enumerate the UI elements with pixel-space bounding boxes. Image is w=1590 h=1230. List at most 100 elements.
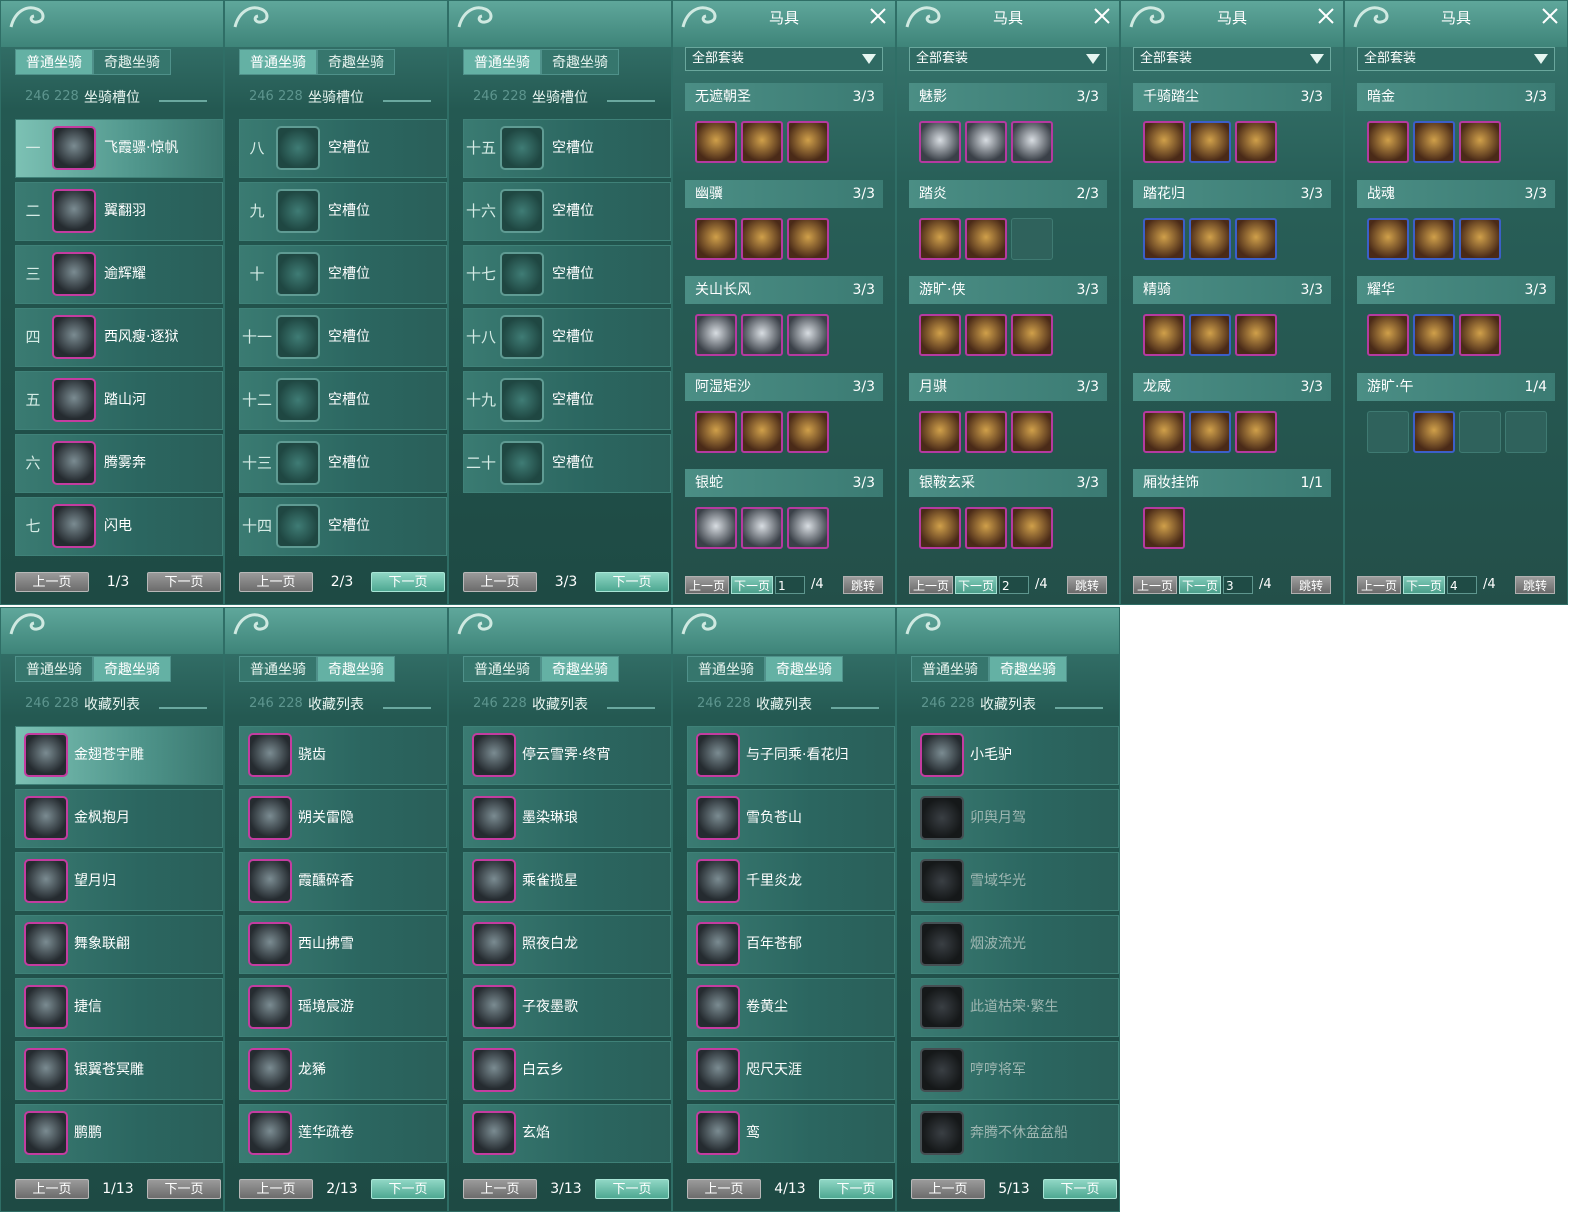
tab-fun-mounts[interactable]: 奇趣坐骑 <box>989 656 1067 682</box>
collection-item[interactable]: 停云雪霁·终宵 <box>463 726 671 785</box>
harness-item-icon[interactable] <box>1143 507 1185 549</box>
tab-normal-mounts[interactable]: 普通坐骑 <box>911 656 989 682</box>
prev-page-button[interactable]: 上一页 <box>463 1179 537 1199</box>
harness-item-icon[interactable] <box>1011 410 1053 453</box>
tab-normal-mounts[interactable]: 普通坐骑 <box>239 656 317 682</box>
close-icon[interactable] <box>869 7 887 25</box>
harness-item-icon[interactable] <box>919 314 961 356</box>
harness-item-icon[interactable] <box>965 410 1007 453</box>
harness-item-icon[interactable] <box>1011 314 1053 356</box>
next-page-button[interactable]: 下一页 <box>147 572 221 592</box>
collection-item[interactable]: 捷信 <box>15 978 223 1037</box>
prev-page-button[interactable]: 上一页 <box>1357 576 1401 594</box>
tab-fun-mounts[interactable]: 奇趣坐骑 <box>541 49 619 75</box>
mount-slot[interactable]: 五 踏山河 <box>15 371 223 430</box>
collection-item[interactable]: 小毛驴 <box>911 726 1119 785</box>
harness-item-icon[interactable] <box>1143 410 1185 453</box>
harness-item-icon[interactable] <box>1459 314 1501 356</box>
collection-item[interactable]: 哼哼将军 <box>911 1041 1119 1100</box>
empty-harness-slot[interactable] <box>1011 217 1053 260</box>
collection-item[interactable]: 烟波流光 <box>911 915 1119 974</box>
prev-page-button[interactable]: 上一页 <box>1133 576 1177 594</box>
mount-slot[interactable]: 十五 空槽位 <box>463 119 671 178</box>
mount-slot[interactable]: 十八 空槽位 <box>463 308 671 367</box>
mount-slot[interactable]: 七 闪电 <box>15 497 223 556</box>
prev-page-button[interactable]: 上一页 <box>687 1179 761 1199</box>
harness-item-icon[interactable] <box>1235 314 1277 356</box>
harness-item-icon[interactable] <box>1011 121 1053 163</box>
collection-item[interactable]: 百年苍郁 <box>687 915 895 974</box>
collection-item[interactable]: 朔关雷隐 <box>239 789 447 848</box>
harness-item-icon[interactable] <box>919 217 961 260</box>
mount-slot[interactable]: 十一 空槽位 <box>239 308 447 367</box>
harness-item-icon[interactable] <box>741 217 783 260</box>
collection-item[interactable]: 霞醺碎香 <box>239 852 447 911</box>
collection-item[interactable]: 雪域华光 <box>911 852 1119 911</box>
prev-page-button[interactable]: 上一页 <box>463 572 537 592</box>
tab-normal-mounts[interactable]: 普通坐骑 <box>463 49 541 75</box>
jump-button[interactable]: 跳转 <box>1067 576 1107 594</box>
harness-item-icon[interactable] <box>919 121 961 163</box>
empty-harness-slot[interactable] <box>1459 410 1501 453</box>
harness-item-icon[interactable] <box>1413 121 1455 163</box>
harness-item-icon[interactable] <box>1413 217 1455 260</box>
collection-item[interactable]: 舞象联翩 <box>15 915 223 974</box>
collection-item[interactable]: 金枫抱月 <box>15 789 223 848</box>
harness-item-icon[interactable] <box>1189 314 1231 356</box>
harness-item-icon[interactable] <box>965 314 1007 356</box>
set-filter-dropdown[interactable]: 全部套装 <box>1357 47 1555 71</box>
collection-item[interactable]: 乘雀揽星 <box>463 852 671 911</box>
next-page-button[interactable]: 下一页 <box>1403 576 1445 594</box>
page-number-input[interactable]: 2 <box>999 576 1029 594</box>
harness-item-icon[interactable] <box>965 121 1007 163</box>
collection-item[interactable]: 鸾 <box>687 1104 895 1163</box>
harness-item-icon[interactable] <box>741 410 783 453</box>
mount-slot[interactable]: 十三 空槽位 <box>239 434 447 493</box>
harness-item-icon[interactable] <box>741 507 783 549</box>
harness-item-icon[interactable] <box>1143 121 1185 163</box>
prev-page-button[interactable]: 上一页 <box>239 572 313 592</box>
next-page-button[interactable]: 下一页 <box>371 572 445 592</box>
tab-fun-mounts[interactable]: 奇趣坐骑 <box>317 49 395 75</box>
collection-item[interactable]: 西山拂雪 <box>239 915 447 974</box>
harness-item-icon[interactable] <box>1143 314 1185 356</box>
collection-item[interactable]: 鹏鹏 <box>15 1104 223 1163</box>
next-page-button[interactable]: 下一页 <box>595 572 669 592</box>
mount-slot[interactable]: 三 逾辉耀 <box>15 245 223 304</box>
harness-item-icon[interactable] <box>787 217 829 260</box>
mount-slot[interactable]: 十 空槽位 <box>239 245 447 304</box>
tab-normal-mounts[interactable]: 普通坐骑 <box>687 656 765 682</box>
page-number-input[interactable]: 1 <box>775 576 805 594</box>
harness-item-icon[interactable] <box>695 410 737 453</box>
mount-slot[interactable]: 二十 空槽位 <box>463 434 671 493</box>
collection-item[interactable]: 望月归 <box>15 852 223 911</box>
harness-item-icon[interactable] <box>741 314 783 356</box>
harness-item-icon[interactable] <box>787 121 829 163</box>
harness-item-icon[interactable] <box>1413 314 1455 356</box>
collection-item[interactable]: 银翼苍冥雕 <box>15 1041 223 1100</box>
next-page-button[interactable]: 下一页 <box>1043 1179 1117 1199</box>
collection-item[interactable]: 咫尺天涯 <box>687 1041 895 1100</box>
tab-fun-mounts[interactable]: 奇趣坐骑 <box>93 49 171 75</box>
mount-slot[interactable]: 一 飞霞骠·惊帆 <box>15 119 223 178</box>
mount-slot[interactable]: 六 腾雾奔 <box>15 434 223 493</box>
harness-item-icon[interactable] <box>695 121 737 163</box>
collection-item[interactable]: 与子同乘·看花归 <box>687 726 895 785</box>
jump-button[interactable]: 跳转 <box>843 576 883 594</box>
harness-item-icon[interactable] <box>787 314 829 356</box>
prev-page-button[interactable]: 上一页 <box>685 576 729 594</box>
harness-item-icon[interactable] <box>695 314 737 356</box>
tab-normal-mounts[interactable]: 普通坐骑 <box>15 49 93 75</box>
tab-fun-mounts[interactable]: 奇趣坐骑 <box>541 656 619 682</box>
set-filter-dropdown[interactable]: 全部套装 <box>909 47 1107 71</box>
prev-page-button[interactable]: 上一页 <box>239 1179 313 1199</box>
tab-fun-mounts[interactable]: 奇趣坐骑 <box>765 656 843 682</box>
harness-item-icon[interactable] <box>1459 217 1501 260</box>
prev-page-button[interactable]: 上一页 <box>15 572 89 592</box>
page-number-input[interactable]: 3 <box>1223 576 1253 594</box>
next-page-button[interactable]: 下一页 <box>955 576 997 594</box>
mount-slot[interactable]: 十四 空槽位 <box>239 497 447 556</box>
harness-item-icon[interactable] <box>919 507 961 549</box>
collection-item[interactable]: 白云乡 <box>463 1041 671 1100</box>
close-icon[interactable] <box>1317 7 1335 25</box>
